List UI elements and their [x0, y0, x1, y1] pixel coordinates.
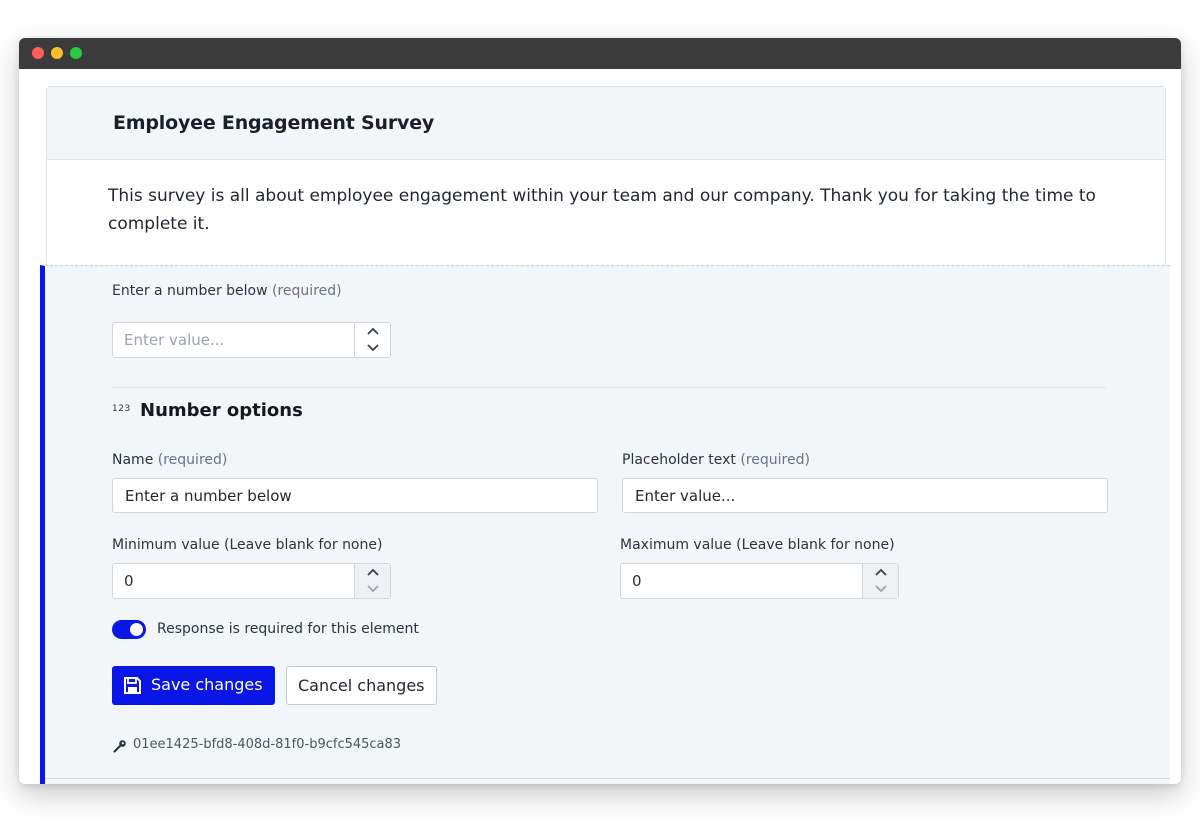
number-preview-placeholder: Enter value... — [124, 331, 225, 349]
chevron-down-icon[interactable] — [355, 581, 390, 598]
name-input-value: Enter a number below — [125, 487, 292, 505]
survey-header: Employee Engagement Survey — [47, 87, 1165, 160]
minimize-window-icon[interactable] — [51, 47, 63, 59]
chevron-up-icon[interactable] — [355, 323, 390, 340]
chevron-up-icon[interactable] — [355, 564, 390, 581]
number-preview-input[interactable]: Enter value... — [112, 322, 391, 358]
close-window-icon[interactable] — [32, 47, 44, 59]
element-editor: Enter a number below (required) Enter va… — [40, 265, 1170, 784]
placeholder-required-note: (required) — [740, 452, 810, 468]
section-divider — [112, 387, 1106, 388]
floppy-disk-icon — [123, 676, 142, 699]
key-icon — [113, 738, 127, 757]
placeholder-text-value: Enter value... — [635, 487, 736, 505]
window-titlebar — [19, 38, 1181, 69]
survey-title: Employee Engagement Survey — [113, 112, 435, 134]
name-input[interactable]: Enter a number below — [112, 478, 598, 513]
survey-card: Employee Engagement Survey This survey i… — [40, 86, 1170, 784]
chevron-down-icon[interactable] — [355, 340, 390, 357]
maximum-value: 0 — [632, 572, 642, 590]
minimum-value-label: Minimum value (Leave blank for none) — [112, 537, 383, 553]
name-label: Name (required) — [112, 452, 227, 468]
maximum-stepper[interactable] — [862, 564, 898, 598]
maximum-value-input[interactable]: 0 — [620, 563, 899, 599]
save-changes-button[interactable]: Save changes — [112, 666, 275, 705]
editor-bottom-divider — [45, 778, 1170, 779]
placeholder-text-input[interactable]: Enter value... — [622, 478, 1108, 513]
chevron-up-icon[interactable] — [863, 564, 898, 581]
chevron-down-icon[interactable] — [863, 581, 898, 598]
name-label-text: Name — [112, 452, 154, 468]
number-stepper[interactable] — [354, 323, 390, 357]
element-id: 01ee1425-bfd8-408d-81f0-b9cfc545ca83 — [133, 737, 402, 752]
question-label-text: Enter a number below — [112, 283, 268, 299]
name-required-note: (required) — [157, 452, 228, 468]
survey-description: This survey is all about employee engage… — [108, 186, 1096, 234]
required-toggle-label: Response is required for this element — [157, 621, 419, 637]
required-toggle[interactable] — [112, 620, 146, 639]
cancel-changes-button[interactable]: Cancel changes — [286, 666, 437, 705]
placeholder-label-text: Placeholder text — [622, 452, 736, 468]
browser-window: Employee Engagement Survey This survey i… — [19, 38, 1181, 784]
number-icon: 123 — [112, 404, 131, 414]
required-note: (required) — [272, 283, 342, 299]
toggle-knob — [130, 623, 143, 636]
maximize-window-icon[interactable] — [70, 47, 82, 59]
cancel-changes-label: Cancel changes — [298, 676, 425, 695]
maximum-value-label: Maximum value (Leave blank for none) — [620, 537, 895, 553]
question-label: Enter a number below (required) — [112, 283, 342, 299]
save-changes-label: Save changes — [151, 675, 263, 694]
placeholder-text-label: Placeholder text (required) — [622, 452, 810, 468]
minimum-value-input[interactable]: 0 — [112, 563, 391, 599]
minimum-stepper[interactable] — [354, 564, 390, 598]
minimum-value: 0 — [124, 572, 134, 590]
section-title: Number options — [140, 400, 303, 421]
